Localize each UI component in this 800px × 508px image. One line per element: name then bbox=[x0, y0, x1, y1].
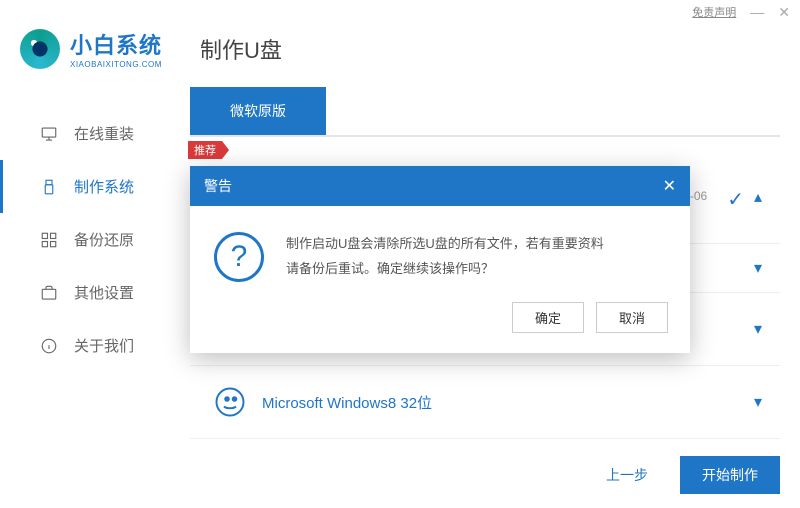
page-title: 制作U盘 bbox=[200, 33, 282, 65]
os-icon bbox=[212, 384, 248, 420]
minimize-icon[interactable]: — bbox=[750, 4, 764, 20]
disclaimer-link[interactable]: 免责声明 bbox=[692, 4, 736, 20]
dialog-close-icon[interactable]: ✕ bbox=[663, 176, 676, 196]
sidebar-item-label: 备份还原 bbox=[74, 229, 134, 250]
os-row-win8[interactable]: Microsoft Windows8 32位 ▾ bbox=[190, 366, 780, 439]
sidebar-item-make-system[interactable]: 制作系统 bbox=[0, 160, 180, 213]
close-icon[interactable]: ✕ bbox=[778, 4, 790, 21]
dialog-title: 警告 bbox=[204, 176, 232, 196]
start-button[interactable]: 开始制作 bbox=[680, 456, 780, 494]
recommend-badge: 推荐 bbox=[188, 141, 222, 159]
brand-subtitle: XIAOBAIXITONG.COM bbox=[70, 60, 162, 69]
app-logo bbox=[20, 29, 60, 69]
sidebar-item-backup-restore[interactable]: 备份还原 bbox=[0, 213, 180, 266]
tab-ms-original[interactable]: 微软原版 bbox=[190, 87, 326, 135]
grid-icon bbox=[40, 231, 58, 249]
header: 小白系统 XIAOBAIXITONG.COM 制作U盘 bbox=[0, 20, 800, 87]
sidebar-item-about[interactable]: 关于我们 bbox=[0, 319, 180, 372]
brand-title: 小白系统 bbox=[70, 28, 162, 60]
monitor-icon bbox=[40, 125, 58, 143]
os-name: Microsoft Windows8 32位 bbox=[262, 392, 754, 413]
sidebar-item-label: 在线重装 bbox=[74, 123, 134, 144]
info-icon bbox=[40, 337, 58, 355]
sidebar-item-label: 制作系统 bbox=[74, 176, 134, 197]
chevron-up-icon[interactable]: ▴ bbox=[754, 187, 762, 207]
warning-dialog: 警告 ✕ ? 制作启动U盘会清除所选U盘的所有文件，若有重要资料 请备份后重试。… bbox=[190, 166, 690, 353]
chevron-down-icon[interactable]: ▾ bbox=[754, 258, 762, 278]
sidebar-item-label: 关于我们 bbox=[74, 335, 134, 356]
sidebar: 在线重装 制作系统 备份还原 其他设置 关于我们 bbox=[0, 87, 180, 503]
prev-button[interactable]: 上一步 bbox=[584, 456, 670, 494]
tabs: 微软原版 bbox=[190, 87, 780, 137]
sidebar-item-label: 其他设置 bbox=[74, 282, 134, 303]
check-icon[interactable]: ✓ bbox=[727, 187, 744, 212]
usb-icon bbox=[40, 178, 58, 196]
dialog-cancel-button[interactable]: 取消 bbox=[596, 302, 668, 333]
dialog-ok-button[interactable]: 确定 bbox=[512, 302, 584, 333]
briefcase-icon bbox=[40, 284, 58, 302]
question-icon: ? bbox=[214, 232, 264, 282]
chevron-down-icon[interactable]: ▾ bbox=[754, 319, 762, 339]
footer: 上一步 开始制作 bbox=[584, 456, 780, 494]
chevron-down-icon[interactable]: ▾ bbox=[754, 392, 762, 412]
sidebar-item-online-reinstall[interactable]: 在线重装 bbox=[0, 107, 180, 160]
sidebar-item-other-settings[interactable]: 其他设置 bbox=[0, 266, 180, 319]
dialog-message: 制作启动U盘会清除所选U盘的所有文件，若有重要资料 请备份后重试。确定继续该操作… bbox=[286, 232, 604, 282]
